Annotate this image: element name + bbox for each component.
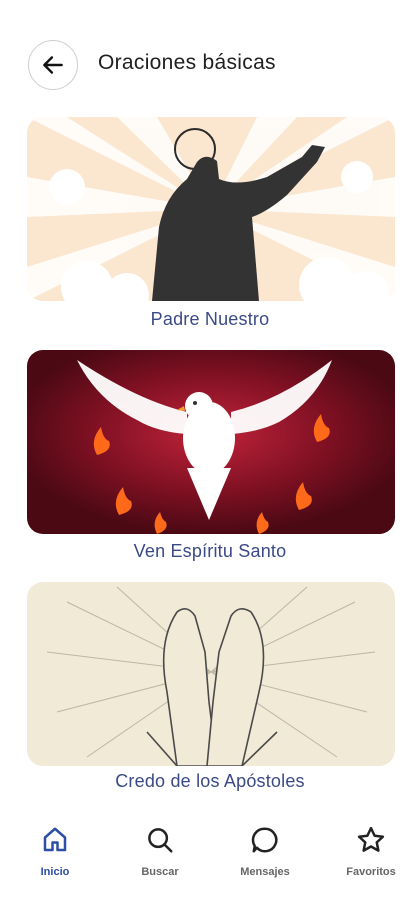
- nav-item-favoritos[interactable]: Favoritos: [326, 824, 416, 894]
- message-icon: [251, 827, 278, 853]
- praying-man-silhouette-image: [27, 117, 395, 301]
- nav-item-buscar[interactable]: Buscar: [115, 824, 205, 894]
- nav-label: Mensajes: [240, 866, 290, 878]
- card-label: Ven Espíritu Santo: [133, 541, 287, 561]
- nav-label: Buscar: [141, 866, 179, 878]
- prayer-card-ven-espiritu-santo[interactable]: [27, 350, 395, 534]
- nav-item-mensajes[interactable]: Mensajes: [220, 824, 310, 894]
- dove-with-flames-image: [27, 350, 395, 534]
- card-label: Credo de los Apóstoles: [115, 771, 305, 791]
- card-label: Padre Nuestro: [150, 309, 270, 329]
- back-button[interactable]: [28, 40, 78, 90]
- star-icon: [357, 826, 385, 852]
- search-icon: [148, 828, 173, 853]
- praying-hands-image: [27, 582, 395, 766]
- prayer-card-padre-nuestro[interactable]: [27, 117, 395, 301]
- bottom-navigation: Inicio Buscar Mensajes Favoritos: [0, 812, 420, 900]
- nav-label: Favoritos: [346, 866, 396, 878]
- page-title: Oraciones básicas: [98, 51, 276, 74]
- nav-label: Inicio: [40, 866, 70, 878]
- home-icon: [43, 827, 67, 852]
- nav-item-inicio[interactable]: Inicio: [10, 824, 100, 894]
- app-header: Oraciones básicas: [0, 0, 420, 130]
- prayer-card-credo-apostoles[interactable]: [27, 582, 395, 766]
- arrow-left-icon: [43, 56, 63, 74]
